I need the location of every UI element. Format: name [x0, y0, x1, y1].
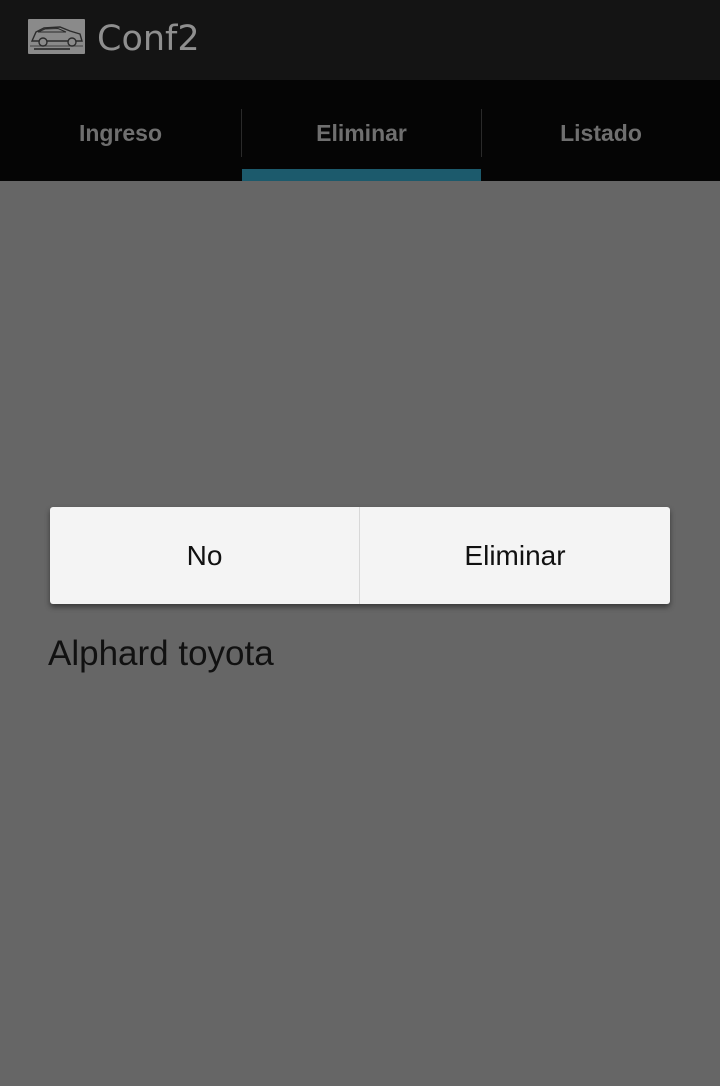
- car-logo-icon: [28, 19, 85, 54]
- tab-ingreso-label: Ingreso: [78, 120, 163, 146]
- tab-listado[interactable]: Listado: [482, 80, 720, 181]
- tab-eliminar-label: Eliminar: [316, 120, 407, 146]
- tab-ingreso[interactable]: Ingreso: [0, 80, 241, 181]
- item-label: Alphard toyota: [48, 634, 274, 673]
- delete-button[interactable]: Eliminar: [360, 507, 670, 604]
- tab-listado-label: Listado: [560, 120, 642, 146]
- app-screen: Conf2 Ingreso Eliminar Listado No Elimin…: [0, 0, 720, 1086]
- tab-eliminar[interactable]: Eliminar: [242, 80, 481, 181]
- tab-bar: Ingreso Eliminar Listado: [0, 80, 720, 181]
- app-title: Conf2: [97, 19, 200, 59]
- no-button[interactable]: No: [50, 507, 360, 604]
- action-bar: Conf2: [0, 0, 720, 80]
- dialog-button-row: No Eliminar: [50, 507, 670, 604]
- tab-selected-indicator: [242, 169, 481, 181]
